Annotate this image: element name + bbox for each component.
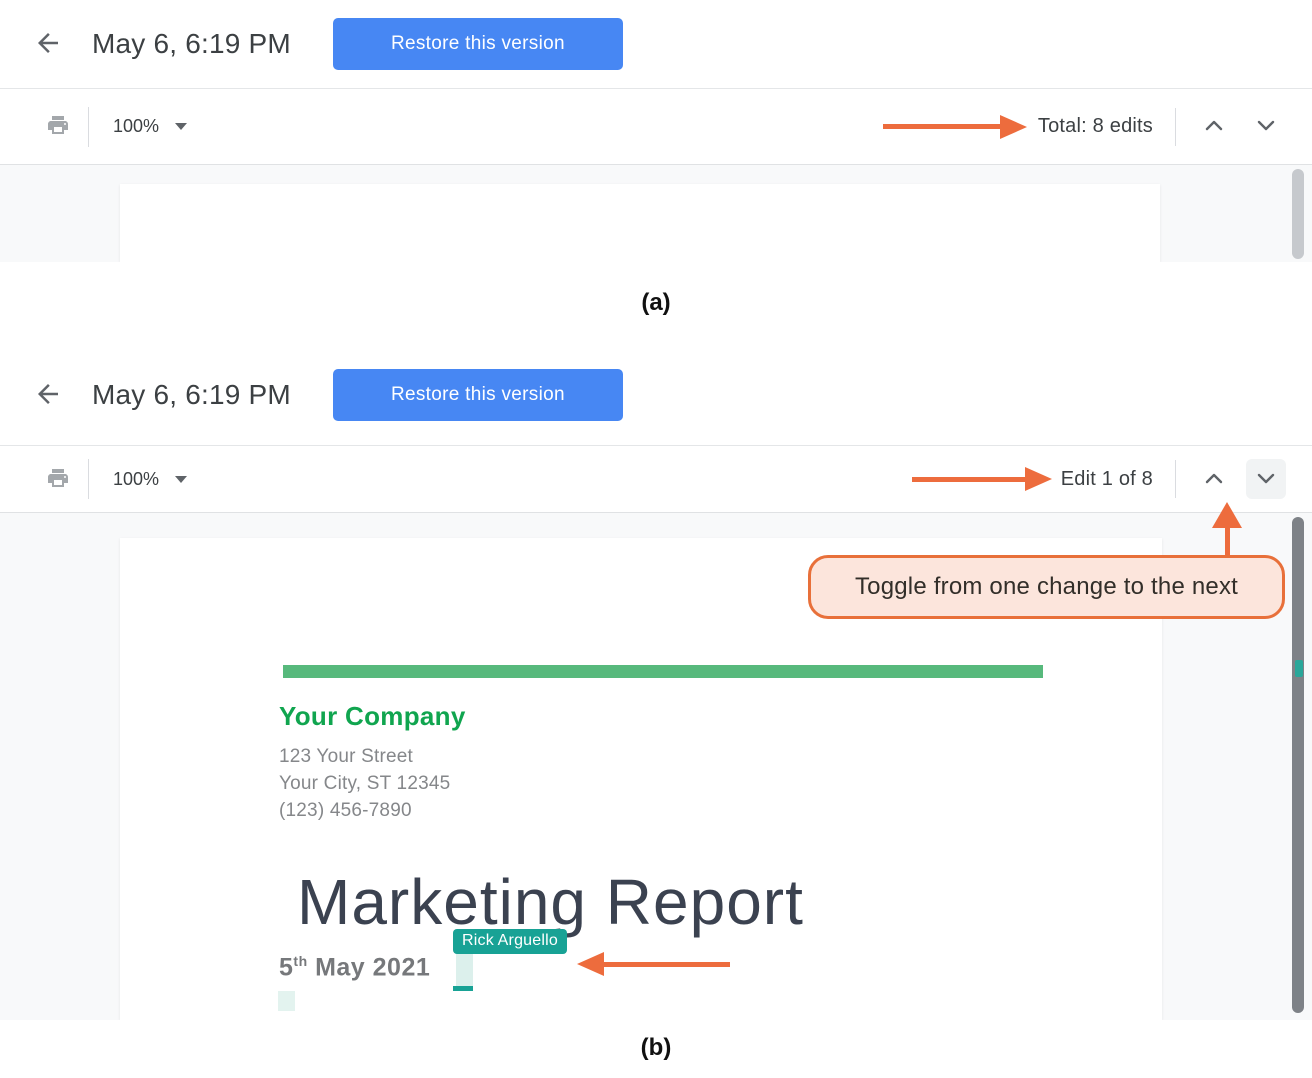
panel-a-toolbar: 100% Total: 8 edits (0, 88, 1312, 165)
scrollbar-thumb[interactable] (1292, 169, 1304, 259)
restore-version-button[interactable]: Restore this version (333, 18, 623, 70)
panel-b-toolbar-right: Edit 1 of 8 (1061, 459, 1312, 499)
previous-edit-button[interactable] (1194, 459, 1234, 499)
printer-icon (45, 113, 71, 140)
zoom-dropdown[interactable]: 100% (113, 469, 187, 490)
company-address: 123 Your Street Your City, ST 12345 (123… (279, 743, 450, 824)
next-edit-button[interactable] (1246, 459, 1286, 499)
printer-icon (45, 466, 71, 493)
toolbar-divider (1175, 460, 1176, 498)
zoom-dropdown[interactable]: 100% (113, 116, 187, 137)
panel-a-toolbar-right: Total: 8 edits (1038, 107, 1312, 147)
annotation-callout: Toggle from one change to the next (808, 555, 1285, 619)
address-line: 123 Your Street (279, 743, 450, 770)
scrollbar-thumb[interactable] (1292, 517, 1304, 1013)
document-date: 5th May 2021 (279, 953, 430, 982)
panel-a-document-viewport (0, 165, 1312, 262)
zoom-value: 100% (113, 469, 159, 490)
figure-caption-b: (b) (0, 1020, 1312, 1078)
back-button[interactable] (26, 373, 70, 417)
scrollbar-edit-marker (1295, 660, 1303, 677)
company-name: Your Company (279, 701, 466, 732)
panel-a-header: May 6, 6:19 PM Restore this version (0, 0, 1312, 88)
chevron-down-icon (1257, 472, 1275, 487)
edit-counter: Edit 1 of 8 (1061, 468, 1153, 491)
version-history-figure: May 6, 6:19 PM Restore this version 100%… (0, 0, 1312, 1078)
annotation-arrow-right (912, 446, 1052, 512)
annotation-arrow-left (577, 952, 730, 976)
annotation-arrow-up (1212, 502, 1242, 558)
version-timestamp: May 6, 6:19 PM (92, 28, 291, 60)
callout-text: Toggle from one change to the next (855, 573, 1238, 601)
chevron-up-icon (1205, 119, 1223, 134)
toolbar-divider (88, 107, 89, 147)
address-line: Your City, ST 12345 (279, 770, 450, 797)
panel-b-toolbar: 100% Edit 1 of 8 (0, 445, 1312, 513)
figure-caption-a: (a) (0, 262, 1312, 345)
chevron-down-caret (175, 123, 187, 130)
print-button[interactable] (38, 459, 78, 499)
back-button[interactable] (26, 22, 70, 66)
edit-cursor-mark (453, 986, 473, 991)
address-line: (123) 456-7890 (279, 797, 450, 824)
back-arrow-icon (33, 28, 63, 61)
chevron-down-icon (1257, 119, 1275, 134)
editor-name-badge: Rick Arguello (453, 929, 567, 954)
toolbar-divider (1175, 108, 1176, 146)
letterhead-rule (283, 665, 1043, 678)
annotation-arrow-right (883, 89, 1027, 164)
previous-edit-button[interactable] (1194, 107, 1234, 147)
print-button[interactable] (38, 107, 78, 147)
scrollbar[interactable] (1292, 513, 1304, 1020)
panel-b: May 6, 6:19 PM Restore this version 100%… (0, 345, 1312, 1078)
toolbar-divider (88, 459, 89, 499)
chevron-up-icon (1205, 472, 1223, 487)
panel-a: May 6, 6:19 PM Restore this version 100%… (0, 0, 1312, 345)
scrollbar[interactable] (1292, 165, 1304, 262)
restore-version-button[interactable]: Restore this version (333, 369, 623, 421)
zoom-value: 100% (113, 116, 159, 137)
edit-highlight (278, 991, 295, 1011)
document-page (120, 184, 1160, 262)
edit-counter: Total: 8 edits (1038, 115, 1153, 138)
chevron-down-caret (175, 476, 187, 483)
back-arrow-icon (33, 379, 63, 412)
panel-b-header: May 6, 6:19 PM Restore this version (0, 345, 1312, 445)
document-title: Marketing Report (297, 865, 804, 939)
edit-highlight (456, 953, 473, 986)
next-edit-button[interactable] (1246, 107, 1286, 147)
version-timestamp: May 6, 6:19 PM (92, 379, 291, 411)
